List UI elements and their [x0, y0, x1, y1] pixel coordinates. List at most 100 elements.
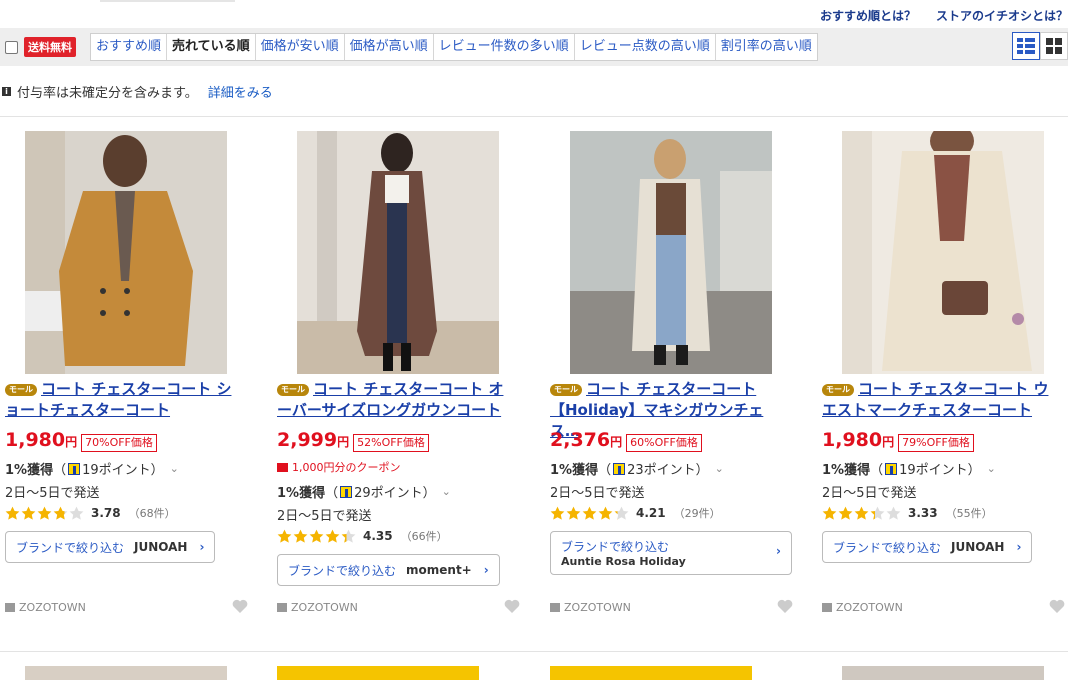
sort-discount[interactable]: 割引率の高い順: [714, 34, 817, 60]
grid-view-button[interactable]: [1040, 32, 1068, 60]
star-icon: [550, 506, 565, 520]
discount-badge: 70%OFF価格: [81, 434, 157, 452]
details-link[interactable]: 詳細をみる: [208, 82, 273, 101]
chevron-down-icon: ⌄: [169, 462, 179, 475]
rating: 3.78 （68件）: [5, 505, 176, 521]
heart-icon[interactable]: [504, 599, 520, 613]
review-count[interactable]: （29件）: [674, 505, 721, 521]
rating-value: 4.35: [363, 529, 393, 543]
next-row-product-image[interactable]: [550, 666, 752, 680]
list-view-button[interactable]: [1012, 32, 1040, 60]
price-row: 2,999 円 52%OFF価格: [277, 429, 429, 452]
product-image[interactable]: [570, 131, 772, 374]
brand-name: JUNOAH: [951, 540, 1005, 554]
top-divider: [100, 0, 235, 2]
next-row-product-image[interactable]: [25, 666, 227, 680]
price-row: 1,980 円 79%OFF価格: [822, 429, 974, 452]
brand-filter-label: ブランドで絞り込む: [561, 540, 670, 554]
rating-value: 4.21: [636, 506, 666, 520]
points-amount: 19ポイント）: [899, 463, 981, 478]
review-count[interactable]: （55件）: [946, 505, 993, 521]
store-label: ZOZOTOWN: [564, 601, 631, 614]
coupon-text: 1,000円分のクーポン: [292, 461, 401, 474]
grid-view-icon: [1046, 38, 1062, 54]
free-shipping-checkbox[interactable]: [5, 40, 18, 54]
store-name[interactable]: ZOZOTOWN: [5, 601, 86, 614]
chevron-down-icon: ⌄: [986, 462, 996, 475]
brand-name: moment+: [406, 563, 472, 577]
free-shipping-filter[interactable]: 送料無料: [5, 37, 76, 57]
store-icon: [5, 603, 15, 612]
price-unit: 円: [882, 435, 895, 449]
star-icon: [277, 529, 292, 543]
coupon-icon: [277, 462, 288, 472]
shipping-info: 2日〜5日で発送: [5, 486, 100, 501]
sort-price-low[interactable]: 価格が安い順: [254, 34, 344, 60]
points-rate: 1%獲得: [277, 486, 326, 501]
brand-name: Auntie Rosa Holiday: [561, 555, 686, 568]
divider: [0, 116, 1068, 117]
store-name[interactable]: ZOZOTOWN: [550, 601, 631, 614]
sort-bar: 送料無料 おすすめ順 売れている順 価格が安い順 価格が高い順 レビュー件数の多…: [0, 28, 1068, 66]
brand-filter-button[interactable]: ブランドで絞り込む moment+ ›: [277, 554, 500, 586]
product-card: モール コート チェスターコート ショートチェスターコート 1,980 円 70%…: [5, 131, 267, 631]
product-title-link[interactable]: コート チェスターコート ショートチェスターコート: [5, 380, 231, 419]
star-icon: [37, 506, 52, 520]
price-row: 2,376 円 60%OFF価格: [550, 429, 702, 452]
sort-review-score[interactable]: レビュー点数の高い順: [573, 34, 715, 60]
heart-icon[interactable]: [777, 599, 793, 613]
chevron-down-icon: ⌄: [714, 462, 724, 475]
heart-icon[interactable]: [232, 599, 248, 613]
product-title-link[interactable]: コート チェスターコート ウエストマークチェスターコート: [822, 380, 1048, 419]
points-info[interactable]: 1%獲得（19ポイント） ⌄: [822, 459, 996, 478]
star-icon: [566, 506, 581, 520]
points-rate: 1%獲得: [550, 463, 599, 478]
view-toggle: [1012, 32, 1068, 60]
star-icon: [325, 529, 340, 543]
review-count[interactable]: （68件）: [129, 505, 176, 521]
sort-price-high[interactable]: 価格が高い順: [343, 34, 433, 60]
shipping-info: 2日〜5日で発送: [550, 486, 645, 501]
store-icon: [550, 603, 560, 612]
product-title-row: モール コート チェスターコート ショートチェスターコート: [5, 379, 245, 421]
sort-review-count[interactable]: レビュー件数の多い順: [432, 34, 574, 60]
points-amount: 29ポイント）: [354, 486, 436, 501]
sort-options: おすすめ順 売れている順 価格が安い順 価格が高い順 レビュー件数の多い順 レビ…: [90, 33, 818, 61]
store-label: ZOZOTOWN: [291, 601, 358, 614]
rating-value: 3.33: [908, 506, 938, 520]
product-title-link[interactable]: コート チェスターコート オーバーサイズロングガウンコート: [277, 380, 503, 419]
points-info[interactable]: 1%獲得（23ポイント） ⌄: [550, 459, 724, 478]
sort-best-selling[interactable]: 売れている順: [166, 34, 255, 60]
star-icon: [598, 506, 613, 520]
product-card: モール コート チェスターコート 【Holiday】マキシガウンチェス… 2,37…: [550, 131, 812, 631]
brand-filter-button[interactable]: ブランドで絞り込む JUNOAH ›: [822, 531, 1033, 563]
star-icon: [5, 506, 20, 520]
rating-value: 3.78: [91, 506, 121, 520]
divider: [0, 651, 1068, 652]
chevron-right-icon: ›: [199, 540, 205, 554]
product-image[interactable]: [297, 131, 499, 374]
product-card: モール コート チェスターコート オーバーサイズロングガウンコート 2,999 円…: [277, 131, 539, 631]
points-amount: 23ポイント）: [627, 463, 709, 478]
brand-filter-button[interactable]: ブランドで絞り込む JUNOAH ›: [5, 531, 216, 563]
mall-badge-icon: モール: [5, 384, 37, 396]
points-notice: i 付与率は未確定分を含みます。 詳細をみる: [2, 82, 273, 101]
store-icon: [277, 603, 287, 612]
store-name[interactable]: ZOZOTOWN: [277, 601, 358, 614]
heart-icon[interactable]: [1049, 599, 1065, 613]
product-image[interactable]: [842, 131, 1044, 374]
review-count[interactable]: （66件）: [401, 528, 448, 544]
product-image[interactable]: [25, 131, 227, 374]
recommend-help-link[interactable]: おすすめ順とは？: [820, 7, 916, 24]
coupon-info[interactable]: 1,000円分のクーポン: [277, 459, 401, 475]
points-info[interactable]: 1%獲得（19ポイント） ⌄: [5, 459, 179, 478]
sort-recommended[interactable]: おすすめ順: [91, 34, 166, 60]
store-pick-help-link[interactable]: ストアのイチオシとは？: [936, 7, 1068, 24]
product-title-row: モール コート チェスターコート ウエストマークチェスターコート: [822, 379, 1062, 421]
store-name[interactable]: ZOZOTOWN: [822, 601, 903, 614]
brand-filter-button[interactable]: ブランドで絞り込む Auntie Rosa Holiday ›: [550, 531, 792, 575]
points-info[interactable]: 1%獲得（29ポイント） ⌄: [277, 482, 451, 501]
next-row-product-image[interactable]: [842, 666, 1044, 680]
next-row-product-image[interactable]: [277, 666, 479, 680]
discount-badge: 52%OFF価格: [353, 434, 429, 452]
